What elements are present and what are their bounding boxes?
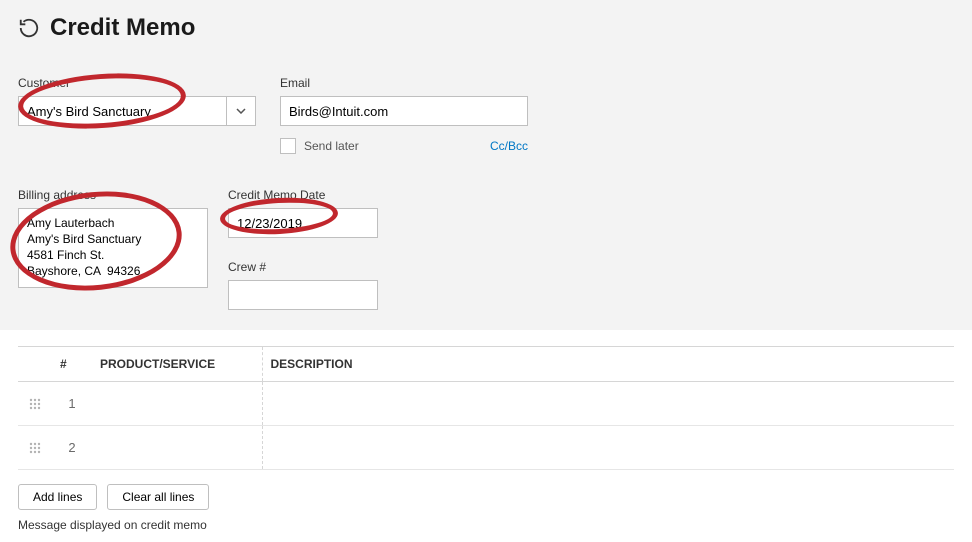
email-input[interactable] [280, 96, 528, 126]
credit-memo-icon [18, 17, 40, 39]
send-later-label: Send later [304, 139, 359, 153]
product-cell[interactable] [92, 426, 262, 470]
col-header-number: # [52, 347, 92, 382]
date-crew-column: Credit Memo Date Crew # [228, 188, 378, 310]
cc-bcc-link[interactable]: Cc/Bcc [490, 139, 528, 153]
table-row[interactable]: 2 [18, 426, 954, 470]
email-field: Email Send later Cc/Bcc [280, 76, 528, 154]
credit-memo-date-input[interactable] [228, 208, 378, 238]
line-items-table: # PRODUCT/SERVICE DESCRIPTION 1 2 [18, 346, 954, 470]
row-number: 1 [52, 382, 92, 426]
credit-memo-date-label: Credit Memo Date [228, 188, 378, 202]
billing-address-input[interactable] [18, 208, 208, 288]
drag-handle-icon[interactable] [26, 398, 44, 410]
description-cell[interactable] [262, 426, 954, 470]
customer-label: Customer [18, 76, 256, 90]
row-number: 2 [52, 426, 92, 470]
send-later-checkbox[interactable] [280, 138, 296, 154]
email-label: Email [280, 76, 528, 90]
crew-number-input[interactable] [228, 280, 378, 310]
billing-address-field: Billing address [18, 188, 208, 288]
crew-number-label: Crew # [228, 260, 378, 274]
col-header-drag [18, 347, 52, 382]
page-title: Credit Memo [50, 14, 195, 42]
billing-address-label: Billing address [18, 188, 208, 202]
product-cell[interactable] [92, 382, 262, 426]
customer-field: Customer [18, 76, 256, 154]
clear-all-lines-button[interactable]: Clear all lines [107, 484, 209, 510]
col-header-product: PRODUCT/SERVICE [92, 347, 262, 382]
description-cell[interactable] [262, 382, 954, 426]
col-header-description: DESCRIPTION [262, 347, 954, 382]
drag-handle-icon[interactable] [26, 442, 44, 454]
line-items-table-wrapper: # PRODUCT/SERVICE DESCRIPTION 1 2 [0, 330, 972, 476]
customer-dropdown-button[interactable] [226, 96, 256, 126]
chevron-down-icon [236, 108, 246, 114]
customer-input[interactable] [18, 96, 226, 126]
table-row[interactable]: 1 [18, 382, 954, 426]
add-lines-button[interactable]: Add lines [18, 484, 97, 510]
page-header: Credit Memo [0, 0, 972, 48]
